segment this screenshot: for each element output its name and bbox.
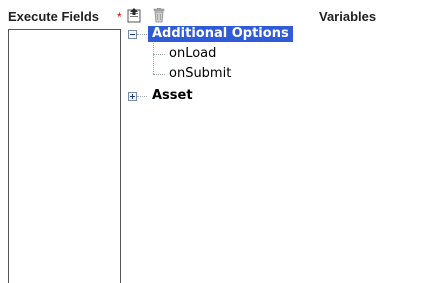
tree-connector bbox=[137, 34, 147, 35]
execute-fields-label: Execute Fields bbox=[8, 9, 100, 24]
tree-connector bbox=[153, 74, 165, 75]
variables-tree[interactable]: Additional Options onLoad onSubmit Asset bbox=[124, 25, 414, 281]
tree-node-onload[interactable]: onLoad bbox=[169, 46, 216, 62]
required-marker: * bbox=[117, 10, 122, 24]
tree-connector bbox=[153, 54, 165, 55]
tree-node-onsubmit[interactable]: onSubmit bbox=[169, 66, 231, 82]
trash-icon[interactable] bbox=[151, 7, 167, 23]
expand-toggle-icon[interactable] bbox=[128, 92, 137, 101]
tree-node-asset[interactable]: Asset bbox=[152, 88, 193, 104]
execute-fields-list[interactable] bbox=[8, 29, 121, 283]
collapse-toggle-icon[interactable] bbox=[128, 30, 137, 39]
tree-node-additional-options[interactable]: Additional Options bbox=[148, 26, 293, 42]
insert-field-icon[interactable] bbox=[127, 7, 143, 23]
tree-connector bbox=[153, 43, 154, 74]
tree-connector bbox=[137, 96, 147, 97]
variables-label: Variables bbox=[319, 9, 377, 24]
